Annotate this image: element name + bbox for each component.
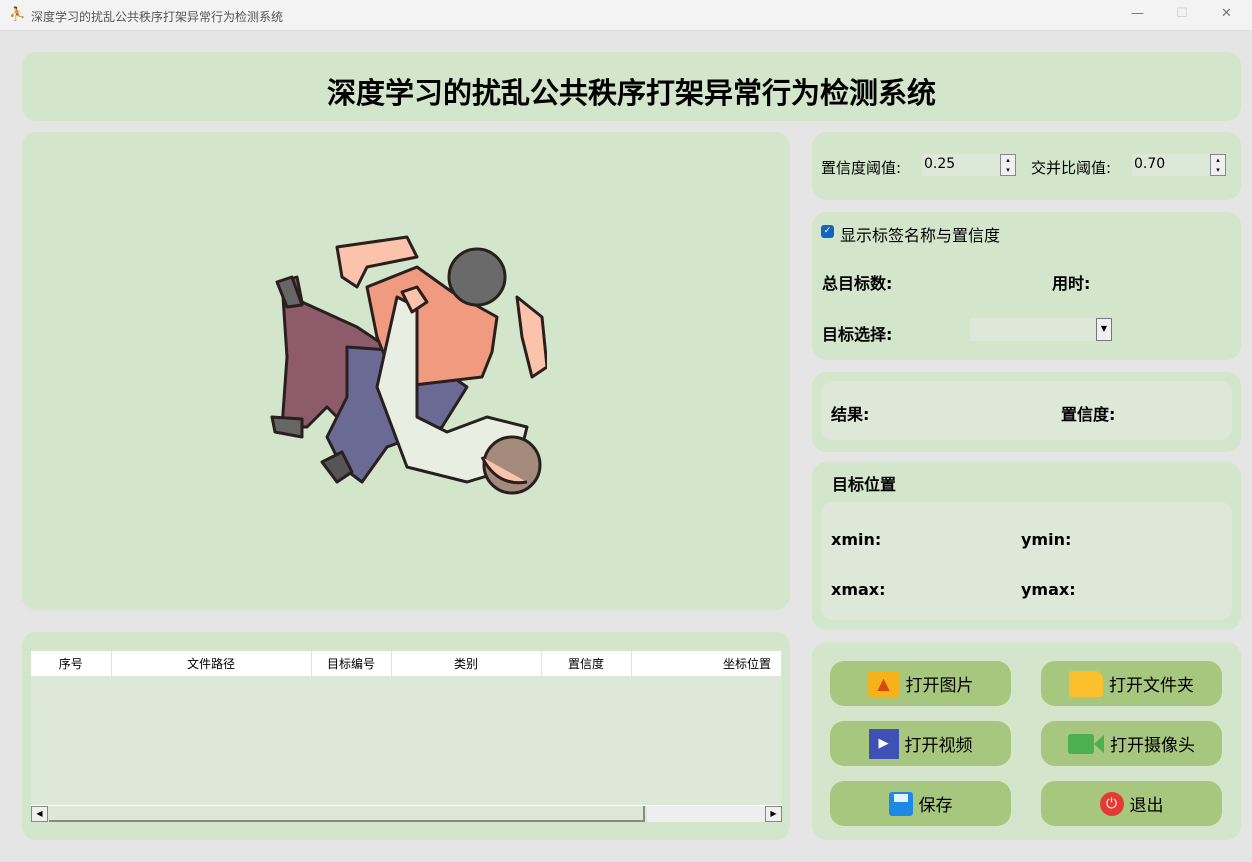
- show-label-checkbox[interactable]: ✓: [821, 225, 834, 238]
- result-label: 结果:: [831, 405, 870, 424]
- result-confidence-label: 置信度:: [1061, 405, 1116, 424]
- open-image-label: 打开图片: [905, 676, 974, 696]
- confidence-spin-buttons[interactable]: ▴ ▾: [1000, 154, 1016, 176]
- column-header-target-id[interactable]: 目标编号: [311, 651, 392, 676]
- column-header-index[interactable]: 序号: [31, 651, 112, 676]
- column-header-confidence[interactable]: 置信度: [541, 651, 632, 676]
- column-header-class[interactable]: 类别: [391, 651, 542, 676]
- xmax-label: xmax:: [831, 580, 886, 599]
- maximize-button[interactable]: ☐: [1176, 6, 1188, 21]
- column-header-coordinates[interactable]: 坐标位置: [631, 651, 782, 676]
- window-title: 深度学习的扰乱公共秩序打架异常行为检测系统: [31, 10, 284, 24]
- target-select-dropdown[interactable]: ▼: [970, 318, 1112, 341]
- results-table-panel: 序号 文件路径 目标编号 类别 置信度 坐标位置 ◀ ▶: [22, 632, 790, 840]
- result-panel: 结果: 置信度:: [812, 372, 1241, 452]
- horizontal-scrollbar[interactable]: ◀ ▶: [31, 805, 782, 822]
- open-folder-label: 打开文件夹: [1109, 676, 1194, 696]
- title-bar: ⛹ 深度学习的扰乱公共秩序打架异常行为检测系统 — ☐ ✕: [0, 0, 1252, 31]
- show-label-text: 显示标签名称与置信度: [840, 226, 1001, 245]
- ymax-label: ymax:: [1021, 580, 1076, 599]
- scrollbar-thumb[interactable]: [49, 806, 645, 822]
- actions-panel: ▲ 打开图片 打开文件夹 ▶ 打开视频 打开摄像头 保存 ⏻ 退出: [812, 642, 1241, 840]
- column-header-file-path[interactable]: 文件路径: [111, 651, 312, 676]
- open-video-button[interactable]: ▶ 打开视频: [830, 721, 1011, 766]
- time-used-label: 用时:: [1052, 274, 1091, 293]
- app-icon: ⛹: [9, 7, 26, 22]
- target-position-panel: 目标位置 xmin: ymin: xmax: ymax:: [812, 462, 1241, 630]
- exit-button[interactable]: ⏻ 退出: [1041, 781, 1222, 826]
- folder-icon: [1069, 670, 1103, 697]
- iou-spin-buttons[interactable]: ▴ ▾: [1210, 154, 1226, 176]
- fight-illustration: [270, 235, 547, 495]
- results-table: 序号 文件路径 目标编号 类别 置信度 坐标位置 ◀ ▶: [31, 651, 782, 822]
- header-panel: 深度学习的扰乱公共秩序打架异常行为检测系统: [22, 52, 1241, 121]
- camera-icon: [1068, 733, 1104, 754]
- ymin-label: ymin:: [1021, 530, 1072, 549]
- video-icon: ▶: [868, 728, 899, 759]
- image-icon: ▲: [867, 670, 900, 697]
- close-button[interactable]: ✕: [1221, 6, 1232, 21]
- chevron-down-icon[interactable]: ▼: [1096, 318, 1112, 341]
- page-title: 深度学习的扰乱公共秩序打架异常行为检测系统: [326, 76, 936, 110]
- confidence-threshold-input[interactable]: 0.25: [922, 154, 1000, 176]
- floppy-disk-icon: [888, 791, 913, 816]
- save-button[interactable]: 保存: [830, 781, 1011, 826]
- confidence-threshold-label: 置信度阈值:: [821, 159, 902, 177]
- open-image-button[interactable]: ▲ 打开图片: [830, 661, 1011, 706]
- open-video-label: 打开视频: [904, 736, 973, 756]
- target-select-label: 目标选择:: [822, 325, 893, 344]
- image-display-panel: [22, 132, 790, 610]
- iou-threshold-input[interactable]: 0.70: [1132, 154, 1210, 176]
- scroll-left-arrow-icon[interactable]: ◀: [31, 806, 48, 822]
- iou-threshold-label: 交并比阈值:: [1031, 159, 1112, 177]
- threshold-panel: 置信度阈值: 0.25 ▴ ▾ 交并比阈值: 0.70 ▴ ▾: [812, 132, 1241, 200]
- open-folder-button[interactable]: 打开文件夹: [1041, 661, 1222, 706]
- save-label: 保存: [918, 796, 953, 816]
- open-camera-label: 打开摄像头: [1110, 736, 1195, 756]
- exit-label: 退出: [1129, 796, 1164, 816]
- target-position-title: 目标位置: [832, 475, 897, 494]
- xmin-label: xmin:: [831, 530, 882, 549]
- total-targets-label: 总目标数:: [822, 274, 893, 293]
- scroll-right-arrow-icon[interactable]: ▶: [765, 806, 782, 822]
- power-icon: ⏻: [1099, 791, 1124, 816]
- scrollbar-track[interactable]: [647, 806, 765, 822]
- open-camera-button[interactable]: 打开摄像头: [1041, 721, 1222, 766]
- minimize-button[interactable]: —: [1131, 6, 1144, 21]
- detection-info-panel: ✓ 显示标签名称与置信度 总目标数: 用时: 目标选择: ▼: [812, 212, 1241, 360]
